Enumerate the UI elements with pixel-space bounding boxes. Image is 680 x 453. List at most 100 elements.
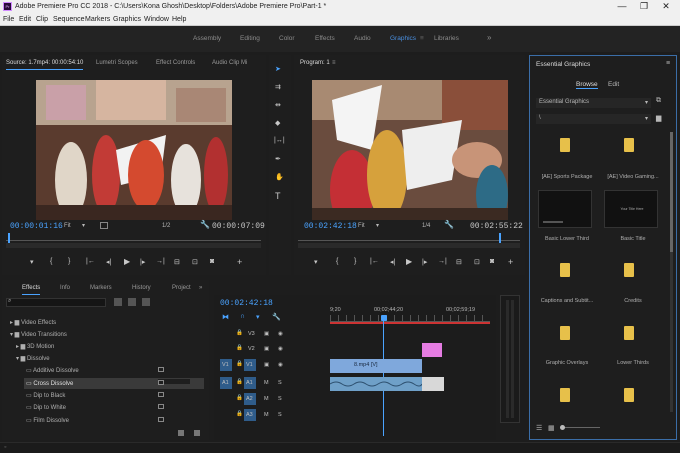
tab-history[interactable]: History [132, 282, 151, 294]
source-patch-v1[interactable]: V1 [220, 359, 232, 371]
tab-edit[interactable]: Edit [608, 81, 619, 88]
workspace-audio[interactable]: Audio [354, 35, 371, 42]
new-custom-bin-icon[interactable] [178, 430, 184, 436]
tab-project[interactable]: Project [172, 282, 191, 294]
source-fit-dropdown[interactable]: Fit [64, 223, 71, 229]
track-target-a2[interactable]: A2 [244, 393, 256, 405]
timeline-timecode[interactable]: 00:02:42:18 [220, 299, 273, 308]
program-playhead[interactable] [499, 233, 501, 243]
program-zoom-bar[interactable] [298, 243, 520, 248]
restore-button[interactable]: ❐ [634, 0, 654, 13]
tab-effects[interactable]: Effects [22, 282, 41, 295]
mark-in-icon[interactable]: { [50, 258, 52, 265]
folder-icon-more-2[interactable] [624, 388, 634, 402]
step-back-icon[interactable]: ◂| [106, 258, 111, 266]
extract-icon[interactable]: ⊡ [474, 258, 480, 266]
source-time-ruler[interactable] [6, 235, 261, 241]
eg-source-dropdown[interactable]: Essential Graphics ▾ [536, 98, 651, 108]
tab-effect-controls[interactable]: Effect Controls [156, 57, 195, 69]
folder-icon-captions[interactable] [560, 263, 570, 277]
folder-icon-more-1[interactable] [560, 388, 570, 402]
eg-item-basic-lower-third[interactable]: Basic Lower Third [536, 236, 598, 242]
tree-row-dip-to-black[interactable]: ▭ Dip to Black [26, 392, 65, 399]
folder-icon-credits[interactable] [624, 263, 634, 277]
program-menu-icon[interactable]: ≡ [332, 57, 336, 69]
timeline-playhead-handle[interactable] [381, 315, 387, 321]
tree-row-video-effects[interactable]: ▸ ▆ Video Effects [10, 319, 56, 326]
track-mute-a2[interactable]: M [264, 396, 269, 402]
minimize-button[interactable]: — [612, 0, 632, 13]
program-step-forward-icon[interactable]: |▸ [422, 258, 427, 266]
video-clip-v1[interactable]: 8.mp4 [V] [330, 359, 422, 373]
track-solo-a3[interactable]: S [278, 412, 282, 418]
tree-row-dip-to-white[interactable]: ▭ Dip to White [26, 404, 66, 411]
track-label-v3[interactable]: V3 [248, 331, 255, 337]
workspace-assembly[interactable]: Assembly [193, 35, 221, 42]
eg-path-dropdown[interactable]: \ ▾ [536, 114, 651, 124]
work-area-bar[interactable] [330, 322, 490, 324]
linked-selection-icon[interactable]: ∩ [240, 313, 245, 320]
step-forward-icon[interactable]: |▸ [140, 258, 145, 266]
program-video-frame[interactable] [312, 80, 508, 220]
program-button-editor-icon[interactable]: + [508, 257, 513, 267]
eg-folder-icon[interactable]: ▆ [656, 114, 661, 122]
program-time-ruler[interactable] [298, 235, 520, 241]
workspace-editing[interactable]: Editing [240, 35, 260, 42]
folder-icon-graphic-overlays[interactable] [560, 326, 570, 340]
program-go-to-in-icon[interactable]: |← [370, 258, 379, 265]
insert-clip-icon[interactable]: ⊟ [174, 258, 180, 266]
source-fit-chevron-icon[interactable]: ▾ [82, 222, 85, 229]
ripple-edit-tool-icon[interactable]: ⇹ [275, 101, 281, 109]
track-sync-icon-v3[interactable]: ▣ [264, 331, 269, 337]
program-play-button[interactable]: ▶ [406, 257, 412, 266]
slip-tool-icon[interactable]: |↔| [274, 137, 285, 144]
track-mute-a3[interactable]: M [264, 412, 269, 418]
menu-clip[interactable]: Clip [36, 13, 48, 26]
accelerated-effects-icon[interactable] [114, 298, 122, 306]
delete-icon[interactable] [194, 430, 200, 436]
program-mark-in-icon[interactable]: { [336, 258, 338, 265]
thumb-basic-lower-third[interactable] [538, 190, 592, 228]
export-frame-icon[interactable]: ◙ [210, 258, 214, 265]
source-timecode-in[interactable]: 00:00:01:16 [10, 222, 63, 231]
program-scale-dropdown[interactable]: 1/4 [422, 223, 430, 229]
eg-panel-menu-icon[interactable]: ≡ [666, 60, 670, 67]
timeline-display-settings-icon[interactable]: 🔧 [272, 313, 281, 321]
source-scale-dropdown[interactable]: 1/2 [162, 223, 170, 229]
program-add-marker-icon[interactable]: ▾ [314, 258, 318, 266]
go-to-out-icon[interactable]: →| [156, 258, 165, 265]
thumb-basic-title[interactable]: Your Title Here [604, 190, 658, 228]
overwrite-clip-icon[interactable]: ⊡ [192, 258, 198, 266]
mark-out-icon[interactable]: } [68, 258, 70, 265]
menu-graphics[interactable]: Graphics [113, 13, 141, 26]
track-mute-a1[interactable]: M [264, 380, 269, 386]
go-to-in-icon[interactable]: |← [86, 258, 95, 265]
snap-icon[interactable]: ⧓ [222, 313, 229, 321]
transition-clip-v2[interactable] [422, 343, 442, 357]
tab-markers[interactable]: Markers [90, 282, 112, 294]
workspace-menu-icon[interactable]: ≡ [420, 35, 424, 42]
selection-tool-icon[interactable]: ➤ [275, 65, 281, 73]
lift-icon[interactable]: ⊟ [456, 258, 462, 266]
eg-item-graphic-overlays[interactable]: Graphic Overlays [536, 360, 598, 366]
program-step-back-icon[interactable]: ◂| [390, 258, 395, 266]
program-fit-dropdown[interactable]: Fit [358, 223, 365, 229]
eg-item-credits[interactable]: Credits [602, 298, 664, 304]
tab-info[interactable]: Info [60, 282, 70, 294]
track-eye-icon-v3[interactable]: ◉ [278, 331, 283, 337]
play-button[interactable]: ▶ [124, 257, 130, 266]
workspace-libraries[interactable]: Libraries [434, 35, 459, 42]
32bit-effects-icon[interactable] [128, 298, 136, 306]
effects-search-input[interactable] [6, 298, 106, 307]
tree-row-dissolve[interactable]: ▾ ▆ Dissolve [16, 355, 50, 362]
program-go-to-out-icon[interactable]: →| [438, 258, 447, 265]
track-lock-icon-a1[interactable]: 🔒 [236, 379, 243, 385]
track-eye-icon-v2[interactable]: ◉ [278, 346, 283, 352]
tab-audio-clip-mixer[interactable]: Audio Clip Mi [212, 57, 247, 69]
eg-item-lower-thirds[interactable]: Lower Thirds [602, 360, 664, 366]
audio-clip-a1[interactable] [329, 377, 423, 391]
track-solo-a2[interactable]: S [278, 396, 282, 402]
source-playhead[interactable] [8, 233, 10, 243]
track-sync-icon-v1[interactable]: ▣ [264, 362, 269, 368]
hand-tool-icon[interactable]: ✋ [275, 173, 284, 181]
